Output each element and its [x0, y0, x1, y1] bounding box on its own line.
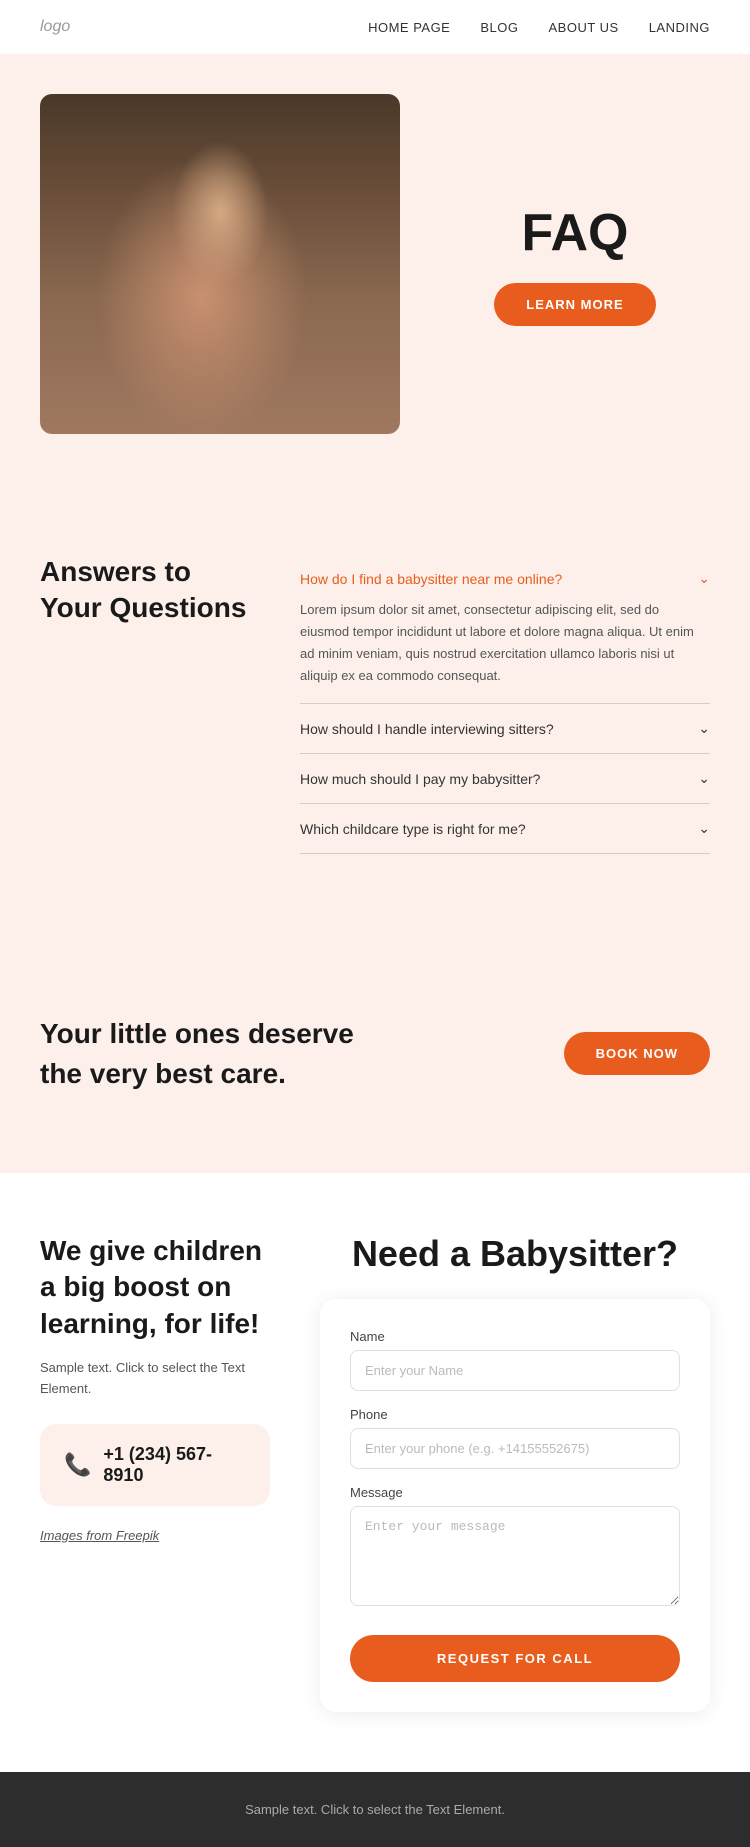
faq-item-1: How do I find a babysitter near me onlin… [300, 554, 710, 704]
request-call-button[interactable]: REQUEST FOR CALL [350, 1635, 680, 1682]
name-input[interactable] [350, 1350, 680, 1391]
faq-title: Answers to Your Questions [40, 554, 260, 627]
message-label: Message [350, 1485, 680, 1500]
phone-card: 📞 +1 (234) 567-8910 [40, 1424, 270, 1506]
faq-item-3-header[interactable]: How much should I pay my babysitter? ⌄ [300, 770, 710, 787]
chevron-up-icon: ⌄ [698, 570, 710, 587]
nav-links: HOME PAGE BLOG ABOUT US LANDING [368, 20, 710, 35]
contact-left-body: Sample text. Click to select the Text El… [40, 1358, 270, 1400]
contact-left-headline: We give children a big boost on learning… [40, 1233, 270, 1342]
cta-section: Your little ones deserve the very best c… [0, 934, 750, 1172]
contact-section: We give children a big boost on learning… [0, 1173, 750, 1772]
faq-question-4: Which childcare type is right for me? [300, 821, 526, 837]
contact-left: We give children a big boost on learning… [40, 1233, 270, 1571]
hero-photo [40, 94, 400, 434]
faq-item-2: How should I handle interviewing sitters… [300, 704, 710, 754]
footer: Sample text. Click to select the Text El… [0, 1772, 750, 1847]
book-now-button[interactable]: BOOK NOW [564, 1032, 710, 1075]
chevron-down-icon-3: ⌄ [698, 770, 710, 787]
faq-item-2-header[interactable]: How should I handle interviewing sitters… [300, 720, 710, 737]
contact-right: Need a Babysitter? Name Phone Message RE… [320, 1233, 710, 1712]
phone-input[interactable] [350, 1428, 680, 1469]
phone-group: Phone [350, 1407, 680, 1469]
logo: logo [40, 18, 70, 36]
phone-label: Phone [350, 1407, 680, 1422]
nav-homepage[interactable]: HOME PAGE [368, 20, 450, 35]
hero-right: FAQ LEARN MORE [440, 203, 710, 326]
name-group: Name [350, 1329, 680, 1391]
phone-number: +1 (234) 567-8910 [103, 1444, 246, 1486]
message-input[interactable] [350, 1506, 680, 1606]
hero-title: FAQ [522, 203, 629, 263]
nav-landing[interactable]: LANDING [649, 20, 710, 35]
faq-question-2: How should I handle interviewing sitters… [300, 721, 554, 737]
learn-more-button[interactable]: LEARN MORE [494, 283, 655, 326]
hero-section: FAQ LEARN MORE [0, 54, 750, 494]
name-label: Name [350, 1329, 680, 1344]
faq-item-4-header[interactable]: Which childcare type is right for me? ⌄ [300, 820, 710, 837]
nav-blog[interactable]: BLOG [480, 20, 518, 35]
faq-accordion: How do I find a babysitter near me onlin… [300, 554, 710, 854]
faq-item-3: How much should I pay my babysitter? ⌄ [300, 754, 710, 804]
nav-about[interactable]: ABOUT US [548, 20, 618, 35]
contact-form-card: Name Phone Message REQUEST FOR CALL [320, 1299, 710, 1712]
message-group: Message [350, 1485, 680, 1611]
faq-heading: Answers to Your Questions [40, 554, 260, 854]
faq-item-1-header[interactable]: How do I find a babysitter near me onlin… [300, 570, 710, 587]
contact-form-heading: Need a Babysitter? [320, 1233, 710, 1275]
faq-answer-1: Lorem ipsum dolor sit amet, consectetur … [300, 599, 710, 687]
hero-image [40, 94, 400, 434]
cta-text: Your little ones deserve the very best c… [40, 1014, 354, 1092]
chevron-down-icon-4: ⌄ [698, 820, 710, 837]
phone-icon: 📞 [64, 1452, 91, 1478]
faq-question-1: How do I find a babysitter near me onlin… [300, 571, 562, 587]
navbar: logo HOME PAGE BLOG ABOUT US LANDING [0, 0, 750, 54]
cta-headline: Your little ones deserve the very best c… [40, 1014, 354, 1092]
faq-item-4: Which childcare type is right for me? ⌄ [300, 804, 710, 854]
chevron-down-icon-2: ⌄ [698, 720, 710, 737]
footer-text: Sample text. Click to select the Text El… [40, 1802, 710, 1817]
faq-question-3: How much should I pay my babysitter? [300, 771, 540, 787]
faq-section: Answers to Your Questions How do I find … [0, 494, 750, 934]
image-credit: Images from Freepik [40, 1526, 270, 1547]
